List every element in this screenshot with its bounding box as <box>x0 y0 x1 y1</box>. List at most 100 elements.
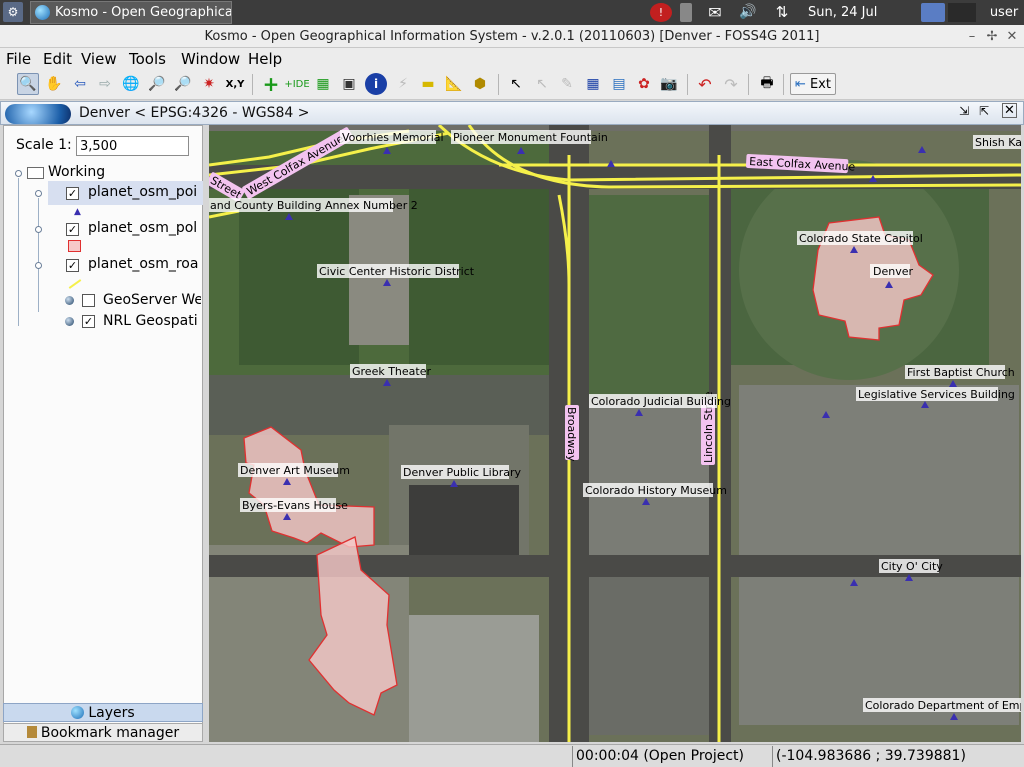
undo-icon[interactable]: ↶ <box>694 73 716 95</box>
menu-view[interactable]: View <box>81 50 117 68</box>
save-icon[interactable]: ▣ <box>338 73 360 95</box>
tab-bookmarks[interactable]: Bookmark manager <box>3 723 203 742</box>
tree-expand-layer[interactable] <box>35 190 42 197</box>
tree-expand-working[interactable] <box>15 170 22 177</box>
poi-label: Shish Kab <box>975 136 1021 149</box>
clock[interactable]: Sun, 24 Jul 05:03 <box>808 3 912 39</box>
minimize-button[interactable]: – <box>962 25 982 48</box>
select-item-icon[interactable]: ↖ <box>531 73 553 95</box>
workspace-icon[interactable] <box>921 3 945 22</box>
app-menu-icon[interactable]: ⚙ <box>3 2 23 22</box>
redo-icon[interactable]: ↷ <box>720 73 742 95</box>
close-window-button[interactable]: ✕ <box>1002 25 1022 48</box>
zoom-layer-icon[interactable]: ✷ <box>198 73 220 95</box>
toolbar-separator <box>498 74 499 95</box>
poi-label: First Baptist Church <box>907 366 1015 379</box>
layer-name[interactable]: planet_osm_pol <box>88 220 200 236</box>
tree-expand-layer[interactable] <box>35 226 42 233</box>
menu-tools[interactable]: Tools <box>129 50 166 68</box>
add-table-icon[interactable]: ▦ <box>312 73 334 95</box>
street-label-broadway: Broadway <box>565 405 579 462</box>
wms-layer-icon <box>65 296 74 305</box>
map-svg: West Colfax Avenue Street East Colfax Av… <box>209 125 1021 742</box>
layer-name[interactable]: planet_osm_poi <box>88 184 200 200</box>
layer-checkbox[interactable]: ✓ <box>66 223 79 236</box>
layer-name[interactable]: GeoServer We <box>103 292 201 308</box>
add-layer-icon[interactable]: + <box>260 72 282 96</box>
zoom-in-icon[interactable]: 🔎 <box>146 73 168 95</box>
lightning-icon[interactable]: ⚡ <box>392 73 414 95</box>
tab-layers[interactable]: Layers <box>3 703 203 722</box>
tab-layers-label: Layers <box>88 705 135 721</box>
polygon-symbol-icon <box>68 240 81 252</box>
poi-label: Denver Art Museum <box>240 464 350 477</box>
maximize-button[interactable]: ✢ <box>982 25 1002 48</box>
battery-icon[interactable] <box>680 3 692 22</box>
full-extent-icon[interactable]: 🌐 <box>120 73 142 95</box>
taskbar-window-title: Kosmo - Open Geographica... <box>55 5 232 20</box>
previous-extent-icon[interactable]: ⇦ <box>69 73 91 95</box>
camera-icon[interactable]: 📷 <box>658 73 680 95</box>
tree-expand-layer[interactable] <box>35 262 42 269</box>
maximize-doc-icon[interactable]: ⇱ <box>979 104 989 118</box>
zoom-out-icon[interactable]: 🔎 <box>172 73 194 95</box>
layer-checkbox[interactable] <box>82 294 95 307</box>
pan-icon[interactable]: ✋ <box>43 73 65 95</box>
ext-label: Ext <box>809 76 831 92</box>
document-title[interactable]: Denver < EPSG:4326 - WGS84 > <box>79 105 309 121</box>
grid-icon[interactable]: ▦ <box>582 73 604 95</box>
ext-button[interactable]: ⇤ Ext <box>790 73 836 95</box>
layer-name[interactable]: planet_osm_roa <box>88 256 200 272</box>
measure-icon[interactable]: ▬ <box>417 73 439 95</box>
map-canvas[interactable]: West Colfax Avenue Street East Colfax Av… <box>209 125 1021 742</box>
next-extent-icon[interactable]: ⇨ <box>94 73 116 95</box>
toolbar-separator <box>252 74 253 95</box>
attributes-icon[interactable]: ▤ <box>608 73 630 95</box>
poi-label: Denver <box>873 265 913 278</box>
taskbar-window-button[interactable]: Kosmo - Open Geographica... <box>30 1 232 24</box>
layer-name[interactable]: NRL Geospati <box>103 313 201 329</box>
info-icon[interactable]: i <box>365 73 387 95</box>
network-arrows-icon[interactable]: ⇅ <box>772 3 792 22</box>
tree-root-label[interactable]: Working <box>48 164 105 180</box>
volume-icon[interactable]: 🔊 <box>737 3 759 22</box>
toolbar-separator <box>748 74 749 95</box>
xy-coordinate-icon[interactable]: X,Y <box>224 73 246 95</box>
layer-checkbox[interactable]: ✓ <box>66 187 79 200</box>
menu-file[interactable]: File <box>6 50 31 68</box>
menu-window[interactable]: Window <box>181 50 240 68</box>
toolbar-separator <box>687 74 688 95</box>
poi-label: and County Building Annex Number 2 <box>210 199 418 212</box>
poi-label: Denver Public Library <box>403 466 522 479</box>
menu-edit[interactable]: Edit <box>43 50 72 68</box>
close-doc-icon[interactable]: ✕ <box>1002 103 1017 118</box>
menu-help[interactable]: Help <box>248 50 282 68</box>
poi-label: Colorado State Capitol <box>799 232 923 245</box>
system-taskbar: ⚙ Kosmo - Open Geographica... ! ✉ 🔊 ⇅ Su… <box>0 0 1024 39</box>
tree-line <box>38 198 39 312</box>
zoom-icon[interactable]: 🔍 <box>17 73 39 95</box>
ruler-icon[interactable]: 📐 <box>443 73 465 95</box>
user-name[interactable]: user <box>988 3 1020 22</box>
edit-icon[interactable]: ✎ <box>556 73 578 95</box>
color-icon[interactable]: ✿ <box>633 73 655 95</box>
poi-label: City O' City <box>881 560 943 573</box>
kosmo-globe-icon <box>35 5 50 20</box>
add-ide-icon[interactable]: +IDE <box>284 73 309 95</box>
select-icon[interactable]: ↖ <box>505 73 527 95</box>
poi-label: Greek Theater <box>352 365 431 378</box>
minimize-doc-icon[interactable]: ⇲ <box>959 104 969 118</box>
mail-icon[interactable]: ✉ <box>705 3 725 22</box>
package-icon[interactable]: ⬢ <box>469 73 491 95</box>
layer-checkbox[interactable]: ✓ <box>66 259 79 272</box>
status-coordinates: (-104.983686 ; 39.739881) <box>772 746 1022 767</box>
print-icon[interactable]: 🖶 <box>756 73 778 95</box>
scale-input[interactable] <box>76 136 189 156</box>
poi-label: Colorado Judicial Building <box>591 395 731 408</box>
point-symbol-icon: ▲ <box>74 207 81 217</box>
poi-label: Colorado History Museum <box>585 484 727 497</box>
menu-bar: File Edit View Tools Window Help <box>0 48 1024 70</box>
layer-checkbox[interactable]: ✓ <box>82 315 95 328</box>
update-alert-icon[interactable]: ! <box>650 3 672 22</box>
workspace-switcher[interactable] <box>948 3 976 22</box>
